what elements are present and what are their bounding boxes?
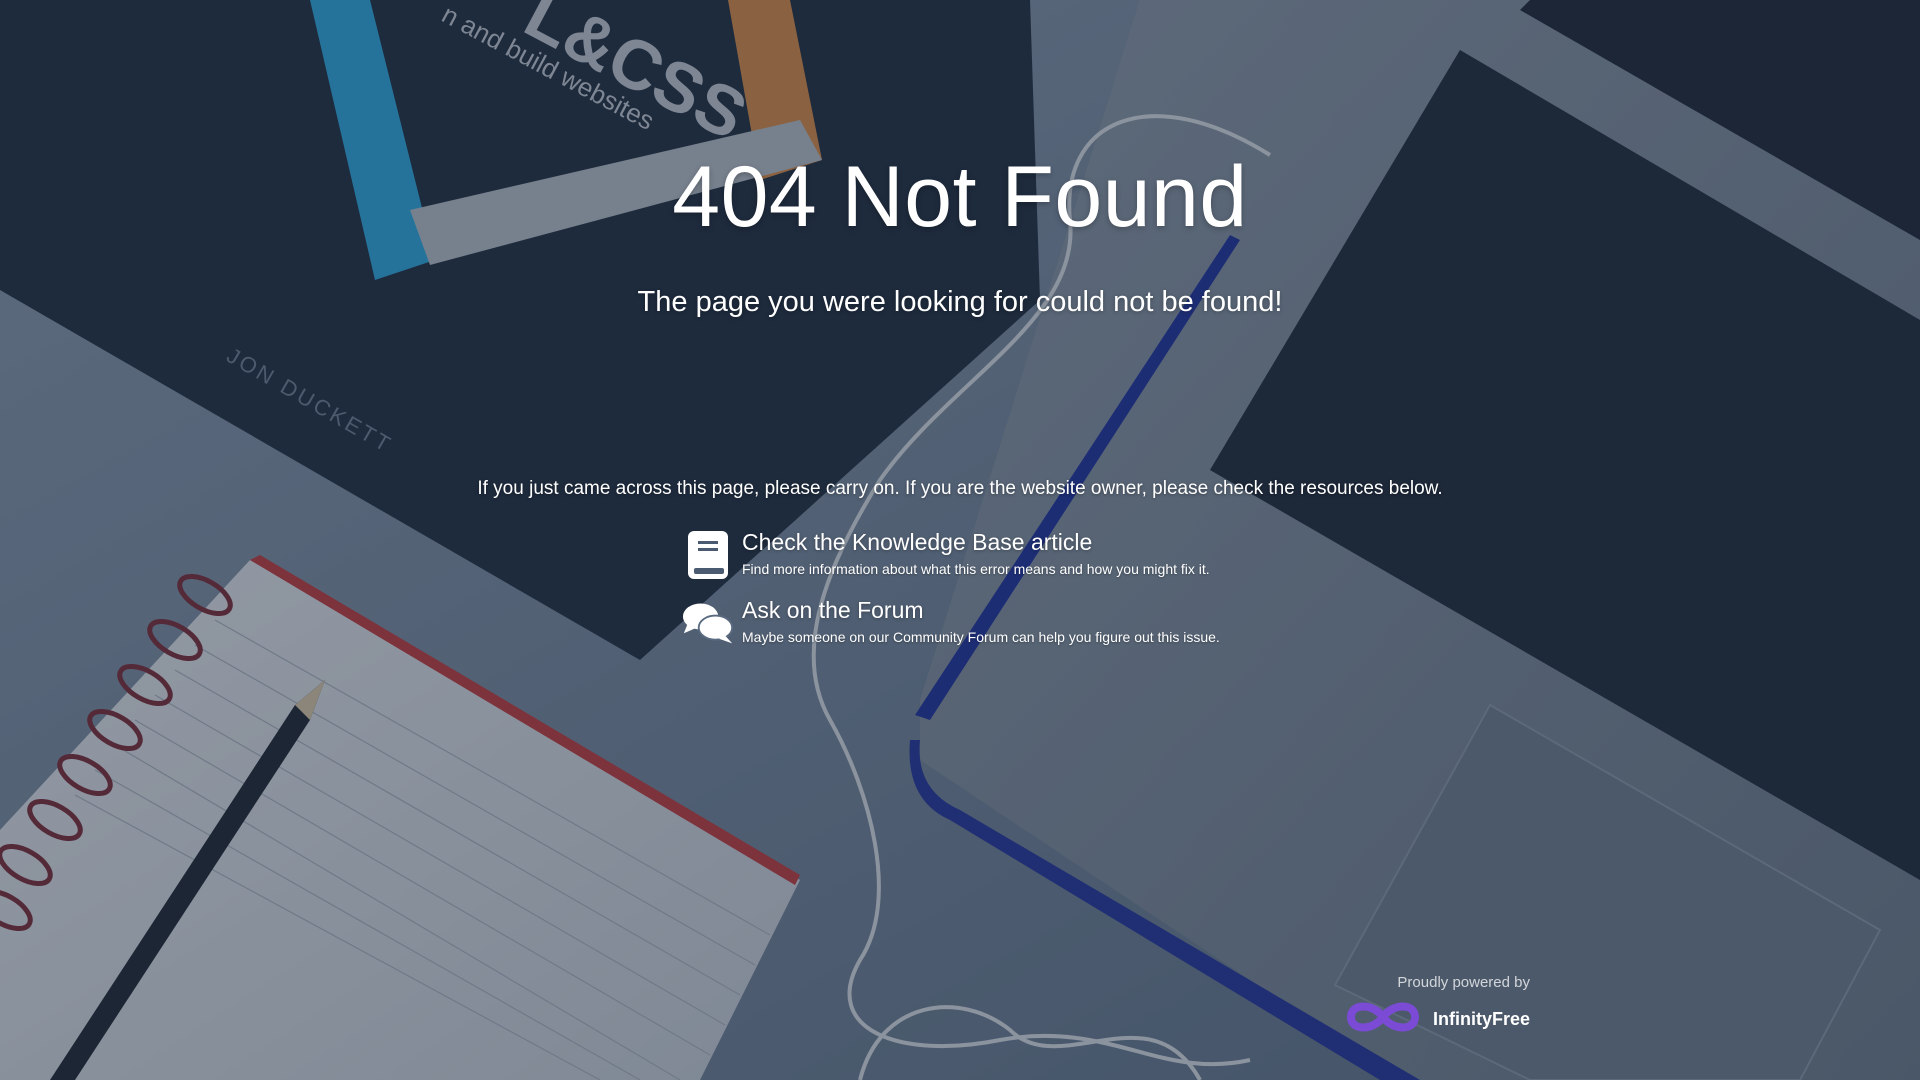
- knowledge-base-text: Check the Knowledge Base article Find mo…: [742, 528, 1210, 579]
- resources-list: Check the Knowledge Base article Find mo…: [682, 528, 1242, 664]
- page-title: 404 Not Found: [672, 149, 1248, 245]
- forum-text: Ask on the Forum Maybe someone on our Co…: [742, 596, 1220, 647]
- forum-link[interactable]: Ask on the Forum Maybe someone on our Co…: [682, 596, 1242, 650]
- error-page: 404 Not Found The page you were looking …: [0, 0, 1920, 1080]
- powered-by: Proudly powered by InfinityFree: [1343, 974, 1530, 1042]
- knowledge-base-description: Find more information about what this er…: [742, 561, 1210, 577]
- forum-description: Maybe someone on our Community Forum can…: [742, 629, 1220, 645]
- chat-bubbles-icon: [682, 596, 734, 650]
- owner-notice: If you just came across this page, pleas…: [477, 478, 1443, 499]
- infinityfree-link[interactable]: InfinityFree: [1343, 997, 1530, 1042]
- forum-heading: Ask on the Forum: [742, 597, 924, 623]
- knowledge-base-link[interactable]: Check the Knowledge Base article Find mo…: [682, 528, 1242, 582]
- powered-by-label: Proudly powered by: [1397, 974, 1530, 991]
- book-icon: [682, 528, 734, 582]
- brand-name: InfinityFree: [1432, 1009, 1530, 1029]
- knowledge-base-heading: Check the Knowledge Base article: [742, 529, 1093, 555]
- page-subtitle: The page you were looking for could not …: [637, 286, 1283, 318]
- infinity-logo-icon: [1343, 997, 1423, 1042]
